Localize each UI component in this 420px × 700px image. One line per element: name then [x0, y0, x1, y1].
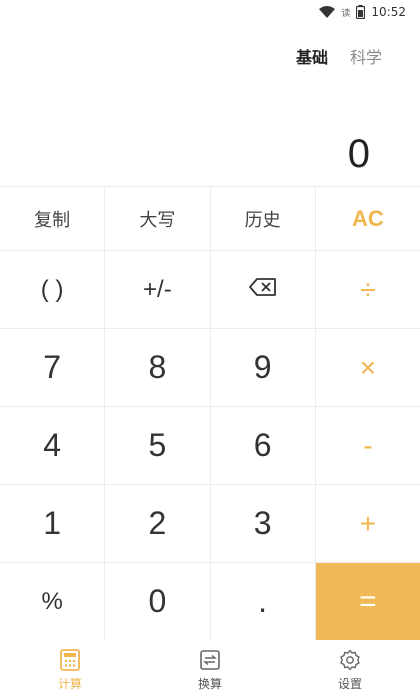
equals-button[interactable]: =	[315, 563, 420, 641]
parentheses-button[interactable]: ( )	[0, 251, 106, 329]
battery-icon	[356, 5, 366, 19]
backspace-icon	[248, 276, 277, 304]
capital-button[interactable]: 大写	[105, 187, 211, 251]
digit-5-button[interactable]: 5	[105, 407, 211, 485]
bottom-nav: 计算 换算 设置	[0, 640, 420, 700]
keypad: 复制 大写 历史 AC ( ) +/- ÷ 7 8 9 × 4 5 6 - 1 …	[0, 186, 420, 641]
keypad-row-4: 4 5 6 -	[0, 407, 420, 485]
digit-1-button[interactable]: 1	[0, 485, 106, 563]
digit-3-button[interactable]: 3	[210, 485, 316, 563]
digit-0-button[interactable]: 0	[105, 563, 211, 641]
nav-label-calculate: 计算	[57, 676, 82, 691]
multiply-button[interactable]: ×	[315, 329, 420, 407]
nav-label-convert: 换算	[197, 676, 222, 691]
tab-basic[interactable]: 基础	[296, 44, 328, 68]
status-time: 10:52	[371, 5, 406, 19]
history-button[interactable]: 历史	[210, 187, 316, 251]
plus-button[interactable]: +	[315, 485, 420, 563]
decimal-point-button[interactable]: .	[210, 563, 316, 641]
sign-toggle-button[interactable]: +/-	[105, 251, 211, 329]
digit-4-button[interactable]: 4	[0, 407, 106, 485]
nav-label-settings: 设置	[337, 676, 362, 691]
convert-icon	[199, 649, 221, 671]
nav-item-settings[interactable]: 设置	[280, 640, 420, 700]
digit-7-button[interactable]: 7	[0, 329, 106, 407]
wifi-icon	[319, 6, 336, 18]
digit-6-button[interactable]: 6	[210, 407, 316, 485]
keypad-row-1: 复制 大写 历史 AC	[0, 187, 420, 251]
divide-button[interactable]: ÷	[315, 251, 420, 329]
tab-scientific[interactable]: 科学	[350, 44, 382, 68]
copy-button[interactable]: 复制	[0, 187, 106, 251]
keypad-row-3: 7 8 9 ×	[0, 329, 420, 407]
clear-button[interactable]: AC	[315, 187, 420, 251]
minus-button[interactable]: -	[315, 407, 420, 485]
digit-9-button[interactable]: 9	[210, 329, 316, 407]
signal-label: 读	[341, 8, 351, 19]
backspace-button[interactable]	[210, 251, 316, 329]
percent-button[interactable]: %	[0, 563, 106, 641]
calculator-icon	[59, 648, 81, 671]
result-display: 0	[347, 132, 370, 176]
nav-item-convert[interactable]: 换算	[140, 640, 280, 700]
gear-icon	[339, 649, 361, 671]
digit-2-button[interactable]: 2	[105, 485, 211, 563]
nav-item-calculate[interactable]: 计算	[0, 640, 140, 700]
status-bar: 读 10:52	[0, 0, 420, 24]
keypad-row-5: 1 2 3 +	[0, 485, 420, 563]
keypad-row-2: ( ) +/- ÷	[0, 251, 420, 329]
keypad-row-6: % 0 . =	[0, 563, 420, 641]
mode-tabs: 基础 科学	[274, 44, 382, 68]
digit-8-button[interactable]: 8	[105, 329, 211, 407]
